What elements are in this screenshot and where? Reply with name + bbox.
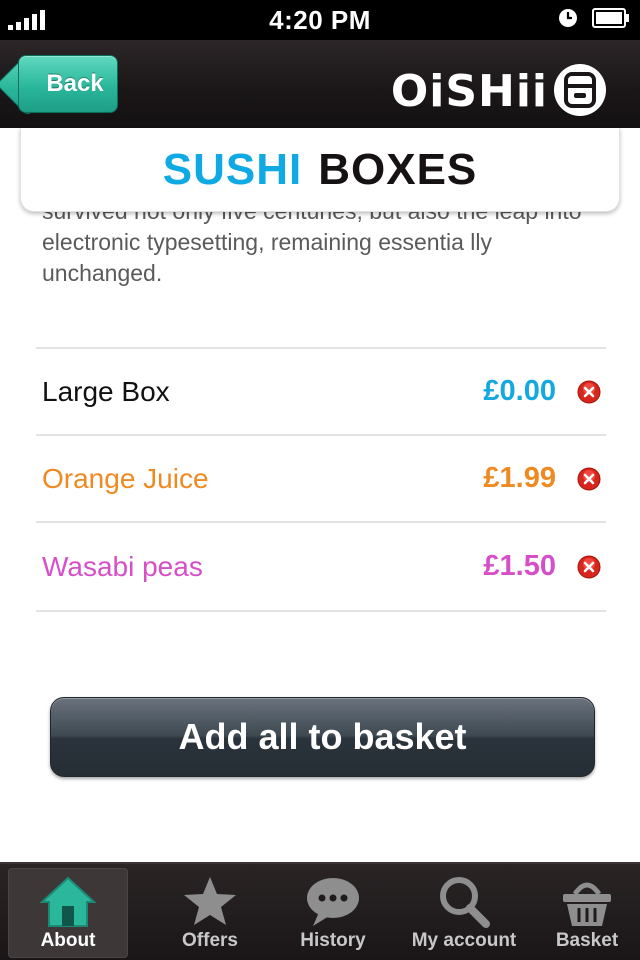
basket-icon xyxy=(563,882,611,926)
status-time: 4:20 PM xyxy=(269,4,371,35)
back-button-wrap: Back xyxy=(0,40,130,128)
remove-item-icon[interactable] xyxy=(577,555,601,579)
page-title-sushi: SUSHI xyxy=(162,144,303,194)
item-list: Large Box £0.00 Orange Juice £1.99 Wasab… xyxy=(36,347,606,612)
tab-offers[interactable]: Offers xyxy=(150,868,270,958)
bento-box-icon xyxy=(554,64,606,116)
list-item: Large Box £0.00 xyxy=(36,347,606,434)
search-icon xyxy=(440,877,490,928)
tab-history[interactable]: History xyxy=(273,868,393,958)
item-name: Wasabi peas xyxy=(42,550,203,582)
battery-icon xyxy=(592,8,629,28)
tab-my-account[interactable]: My account xyxy=(402,868,526,958)
page-title-boxes: BOXES xyxy=(318,144,478,194)
list-item: Orange Juice £1.99 xyxy=(36,434,606,521)
tab-label: Basket xyxy=(555,930,619,951)
tab-label: About xyxy=(40,930,96,951)
tab-bar: About Offers History My account Basket xyxy=(0,862,640,960)
item-name: Orange Juice xyxy=(42,462,209,494)
speech-bubble-icon xyxy=(307,878,359,926)
status-bar: 4:20 PM xyxy=(0,0,640,40)
remove-item-icon[interactable] xyxy=(577,467,601,491)
tab-label: My account xyxy=(411,930,517,951)
item-name: Large Box xyxy=(42,375,170,407)
item-price: £1.50 xyxy=(483,550,556,582)
tab-label: Offers xyxy=(182,930,238,951)
remove-item-icon[interactable] xyxy=(577,380,601,404)
status-indicators xyxy=(558,8,630,28)
add-all-label: Add all to basket xyxy=(178,716,467,757)
clock-icon xyxy=(559,9,577,27)
item-price: £0.00 xyxy=(483,375,556,407)
back-button[interactable]: Back xyxy=(18,55,118,113)
tab-label: History xyxy=(300,930,366,951)
add-all-to-basket-button[interactable]: Add all to basket xyxy=(50,697,595,777)
nav-bar: Back OiSHii xyxy=(0,40,640,128)
tab-basket[interactable]: Basket xyxy=(527,868,640,958)
brand-logo: OiSHii xyxy=(390,66,548,117)
home-icon xyxy=(39,876,97,927)
back-button-label: Back xyxy=(46,70,104,97)
tab-about[interactable]: About xyxy=(8,868,128,958)
page-title-banner: SUSHI BOXES xyxy=(20,128,620,212)
item-price: £1.99 xyxy=(483,462,556,494)
list-item: Wasabi peas £1.50 xyxy=(36,521,606,612)
signal-strength-icon xyxy=(8,10,45,30)
star-icon xyxy=(184,877,236,925)
